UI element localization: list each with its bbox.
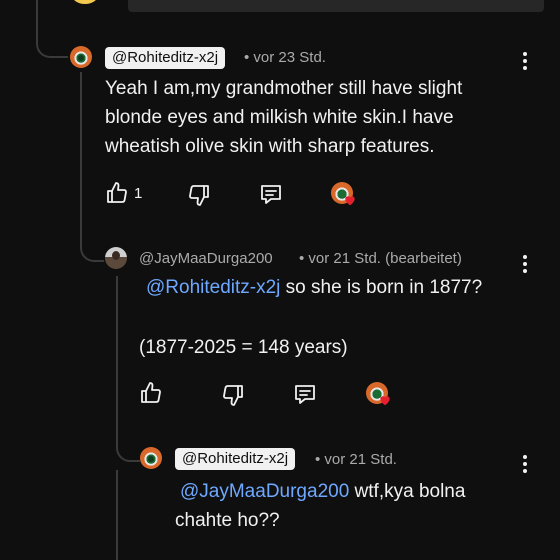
like-count: 1 — [134, 185, 143, 202]
author-handle[interactable]: @JayMaaDurga200 — [139, 248, 273, 270]
emoji-icon — [72, 0, 98, 4]
comment-line: Yeah I am,my grandmother still have slig… — [105, 78, 463, 99]
comment-line: blonde eyes and milkish white skin.I hav… — [105, 107, 454, 128]
creator-heart-icon — [366, 382, 392, 408]
avatar[interactable] — [70, 46, 92, 68]
thread-line — [116, 276, 118, 444]
comment-text: wtf,kya bolna — [349, 481, 466, 502]
thread-line — [116, 470, 118, 560]
comment-line: (1877-2025 = 148 years) — [139, 337, 348, 358]
reply-input-field[interactable] — [128, 0, 544, 12]
more-options-button[interactable] — [520, 50, 530, 72]
thread-line — [80, 72, 82, 228]
more-options-button[interactable] — [520, 253, 530, 275]
thread-connector — [36, 0, 68, 58]
thread-connector — [80, 226, 104, 262]
thread-connector — [116, 440, 140, 462]
reply-icon[interactable] — [292, 381, 318, 407]
thumbs-up-icon[interactable] — [138, 380, 164, 406]
thumbs-down-icon[interactable] — [220, 382, 246, 408]
mention-link[interactable]: @Rohiteditz-x2j — [146, 277, 280, 298]
comment-time: • vor 23 Std. — [244, 49, 326, 66]
comment-time: • vor 21 Std. (bearbeitet) — [299, 250, 462, 267]
mention-link[interactable]: @JayMaaDurga200 — [180, 481, 349, 502]
author-handle[interactable]: @Rohiteditz-x2j — [175, 448, 296, 470]
comment-time: • vor 21 Std. — [315, 451, 397, 468]
avatar[interactable] — [105, 247, 127, 269]
creator-heart-icon — [331, 182, 357, 208]
thumbs-up-icon[interactable] — [104, 180, 130, 206]
comment-text: so she is born in 1877? — [280, 277, 483, 298]
comment-line: wheatish olive skin with sharp features. — [105, 136, 435, 157]
comment-line: @JayMaaDurga200 wtf,kya bolna — [180, 477, 530, 506]
more-options-button[interactable] — [520, 453, 530, 475]
comment-line: chahte ho?? — [175, 510, 280, 531]
reply-icon[interactable] — [258, 181, 284, 207]
comment-line: @Rohiteditz-x2j so she is born in 1877? — [146, 273, 526, 302]
author-handle[interactable]: @Rohiteditz-x2j — [105, 47, 226, 69]
avatar[interactable] — [140, 447, 162, 469]
thumbs-down-icon[interactable] — [186, 182, 212, 208]
